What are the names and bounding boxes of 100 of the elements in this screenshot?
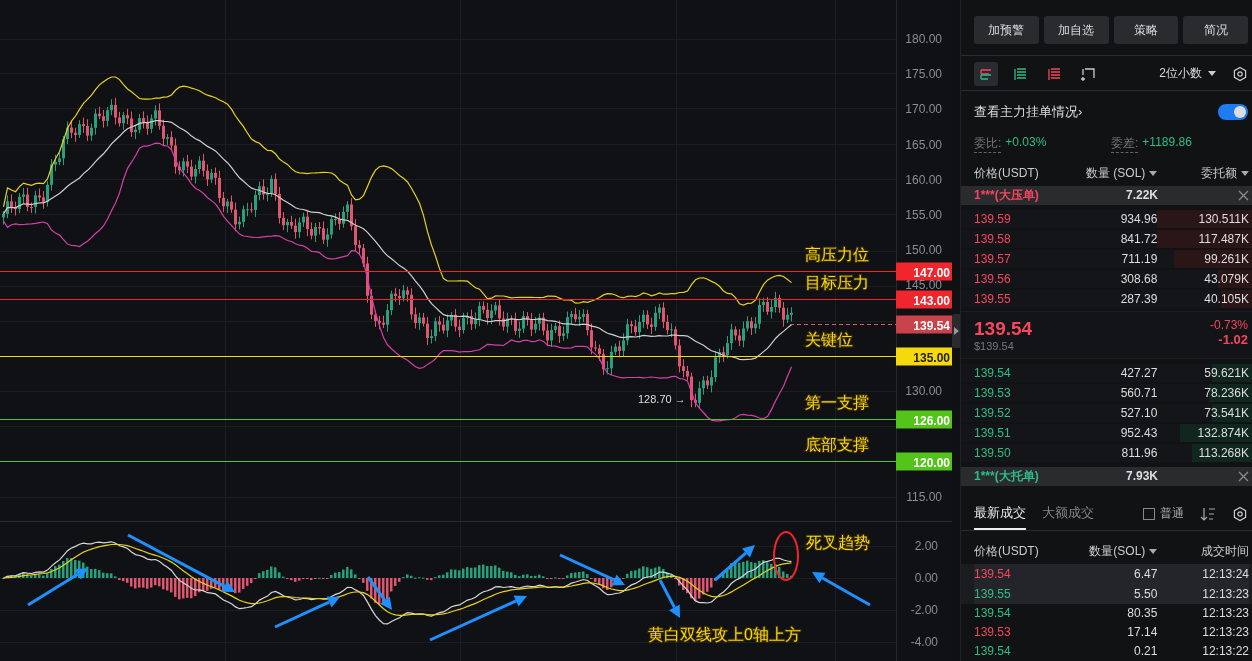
action-button[interactable]: 简况	[1183, 16, 1248, 44]
price-axis-label: 115.00	[906, 489, 942, 504]
total-cell-text: 132.874K	[1196, 425, 1249, 440]
quantity-cell-text: 560.71	[1119, 385, 1158, 400]
decimals-dropdown[interactable]: 2位小数	[1159, 65, 1216, 83]
price-cell-text: 139.59	[974, 211, 1012, 226]
bid-ask-diff-label: 委差:	[1111, 134, 1139, 153]
column-header: 价格(USDT)	[974, 164, 1040, 182]
main-orders-toggle[interactable]	[1218, 103, 1248, 120]
annotation-text: 关键位	[805, 330, 853, 348]
price-cell-text: 139.58	[974, 231, 1012, 246]
price-cell-text: 139.53	[974, 385, 1012, 400]
trades-tab[interactable]: 最新成交	[974, 503, 1026, 530]
arrow	[812, 572, 871, 607]
action-button[interactable]: 加自选	[1043, 16, 1109, 44]
quantity-cell-text: 308.68	[1119, 271, 1158, 286]
caret-icon	[1149, 548, 1158, 554]
quantity-cell-text: 0.21	[1132, 644, 1158, 659]
total-cell-text: 117.487K	[1197, 231, 1249, 246]
usd-price: $139.54	[974, 339, 1015, 352]
checkbox-label: 普通	[1160, 505, 1184, 523]
price-cell: 139.55	[974, 583, 1066, 604]
caret-icon	[1241, 170, 1249, 176]
arrow	[658, 579, 680, 618]
column-header: 成交时间	[1200, 542, 1249, 560]
column-sort-header[interactable]: 委托额	[1157, 164, 1249, 182]
quantity-cell-text: 527.10	[1119, 405, 1158, 420]
current-price-tag: 139.54	[896, 315, 952, 334]
main-orders-link[interactable]: 查看主力挂单情况›	[974, 102, 1083, 121]
annotation-text: 第一支撑	[805, 393, 869, 411]
large-order-amount: 7.22K	[1124, 188, 1158, 203]
price-tag: 143.00	[896, 290, 952, 309]
quantity-cell: 6.47	[1065, 563, 1158, 584]
price-cell: 139.54	[974, 563, 1066, 584]
price-tag: 147.00	[896, 262, 952, 281]
price-cell-text: 139.54	[974, 365, 1012, 380]
close-icon[interactable]	[1238, 189, 1249, 201]
time-cell-text: 12:13:22	[1201, 644, 1249, 659]
quantity-cell-text: 17.14	[1126, 625, 1158, 640]
quantity-cell-text: 711.19	[1120, 251, 1158, 266]
time-cell: 12:13:23	[1157, 583, 1249, 604]
total-cell-text: 113.268K	[1197, 445, 1249, 460]
price-axis-label: 180.00	[905, 32, 942, 46]
action-button[interactable]: 加预警	[974, 16, 1039, 44]
quantity-cell-text: 811.96	[1120, 445, 1158, 460]
quantity-cell-text: 934.96	[1119, 211, 1158, 226]
macd-axis-label: 2.00	[914, 539, 938, 553]
price-tag: 135.00	[896, 347, 952, 366]
arrow	[714, 545, 755, 582]
total-cell-text: 40.105K	[1203, 291, 1249, 306]
price-axis-label: 150.00	[905, 243, 942, 258]
price-axis-label: 170.00	[905, 102, 942, 117]
annotation-text: 目标压力	[805, 273, 869, 291]
price-cell-text: 139.53	[974, 625, 1012, 640]
total-cell-text: 78.236K	[1203, 385, 1249, 400]
macd-axis-label: -4.00	[910, 635, 938, 649]
price-axis-label: 175.00	[905, 67, 942, 82]
close-icon[interactable]	[1238, 470, 1249, 482]
price-cell-text: 139.52	[974, 405, 1012, 420]
price-cell-text: 139.56	[974, 271, 1012, 286]
trades-tab[interactable]: 大额成交	[1042, 503, 1094, 530]
large-order-label: 1***(大托单)	[974, 467, 1040, 485]
low-price-label: 128.70 →	[638, 393, 686, 405]
total-cell-text: 130.511K	[1197, 211, 1249, 226]
column-header: 价格(USDT)	[974, 542, 1040, 560]
time-cell: 12:13:24	[1157, 563, 1249, 584]
quantity-cell-text: 287.39	[1119, 291, 1158, 306]
bid-ask-diff-value: +1189.86	[1142, 134, 1192, 151]
action-button[interactable]: 策略	[1113, 16, 1179, 44]
annotation-text: 黄白双线攻上0轴上方	[648, 626, 801, 643]
macd-axis-label: 0.00	[914, 571, 938, 585]
price-axis-label: 160.00	[905, 172, 942, 187]
column-sort-header[interactable]: 数量 (SOL)	[1065, 164, 1158, 182]
total-cell-text: 59.621K	[1203, 365, 1249, 380]
order-book-view-button[interactable]	[974, 61, 998, 86]
caret-icon	[1208, 71, 1216, 77]
price-cell-text: 139.57	[974, 251, 1012, 266]
price-axis-label: 155.00	[905, 208, 942, 222]
change-percent: -0.73%	[1209, 317, 1248, 332]
time-cell-text: 12:13:23	[1201, 625, 1249, 640]
quantity-cell-text: 80.35	[1126, 606, 1158, 621]
annotation-text: 高压力位	[805, 245, 869, 263]
quantity-cell-text: 427.27	[1119, 365, 1158, 380]
normal-checkbox[interactable]	[1143, 507, 1155, 520]
price-tag: 126.00	[896, 410, 952, 429]
quantity-cell-text: 841.72	[1119, 231, 1158, 246]
annotation-text: 死叉趋势	[806, 534, 870, 551]
caret-icon	[1149, 170, 1158, 176]
total-cell-text: 99.261K	[1203, 251, 1249, 266]
panel-collapse-handle[interactable]	[952, 313, 960, 348]
price-cell-text: 139.54	[974, 644, 1012, 659]
price-axis-label: 130.00	[905, 384, 942, 398]
price-cell-text: 139.54	[974, 606, 1012, 621]
bid-ask-ratio-value: +0.03%	[1005, 134, 1047, 151]
price-cell-text: 139.51	[974, 425, 1012, 440]
settings-icon[interactable]	[1232, 65, 1248, 82]
column-sort-header[interactable]: 数量(SOL)	[1065, 542, 1158, 560]
circle-marker	[773, 531, 799, 581]
arrow	[366, 576, 392, 610]
last-price: 139.54	[974, 317, 1033, 340]
